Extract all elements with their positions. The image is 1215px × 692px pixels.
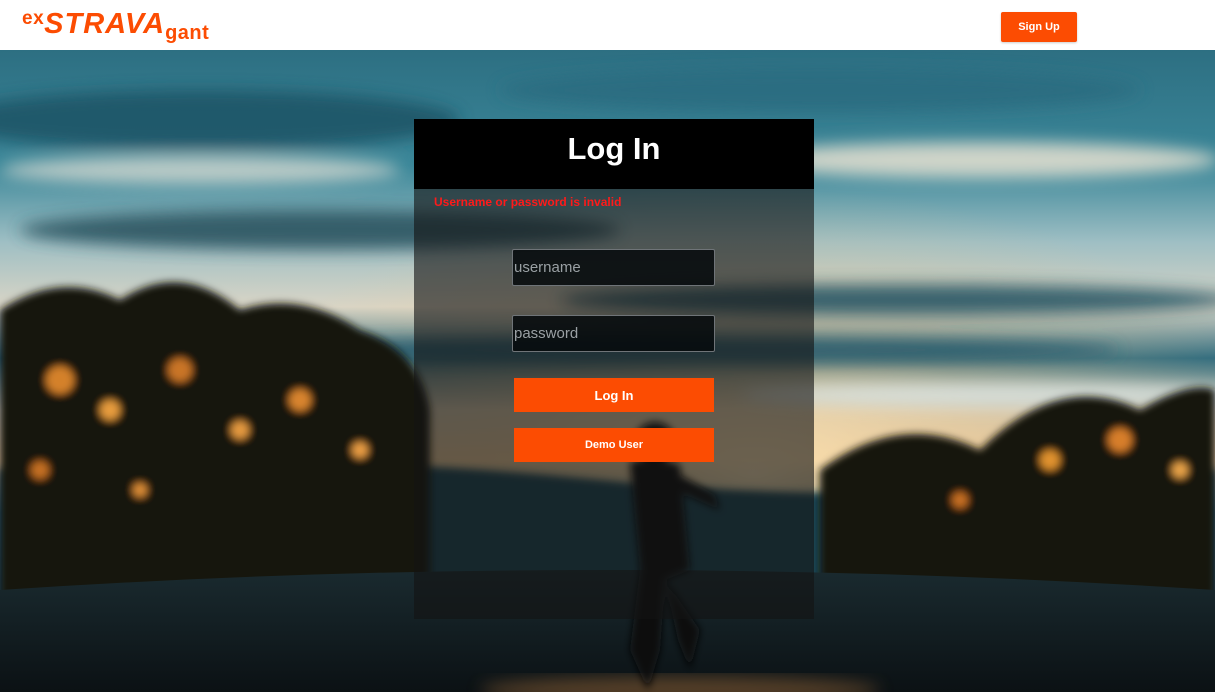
demo-user-button[interactable]: Demo User — [514, 428, 714, 462]
exstravagant-logo[interactable]: ex STRAVA gant — [22, 7, 210, 44]
logo-prefix: ex — [22, 8, 45, 29]
logo-main: STRAVA — [44, 8, 166, 40]
error-message: Username or password is invalid — [434, 195, 622, 209]
password-input[interactable] — [512, 315, 715, 352]
login-page: ex STRAVA gant Sign Up Log In Username o… — [0, 0, 1215, 692]
login-panel: Log In Username or password is invalid L… — [414, 119, 814, 619]
page-title: Log In — [567, 131, 661, 166]
top-nav-bar: ex STRAVA gant Sign Up — [0, 0, 1215, 50]
sign-up-button[interactable]: Sign Up — [1001, 12, 1077, 42]
username-input[interactable] — [512, 249, 715, 286]
login-header: Log In — [414, 119, 814, 189]
log-in-button[interactable]: Log In — [514, 378, 714, 412]
logo-suffix: gant — [165, 22, 210, 44]
